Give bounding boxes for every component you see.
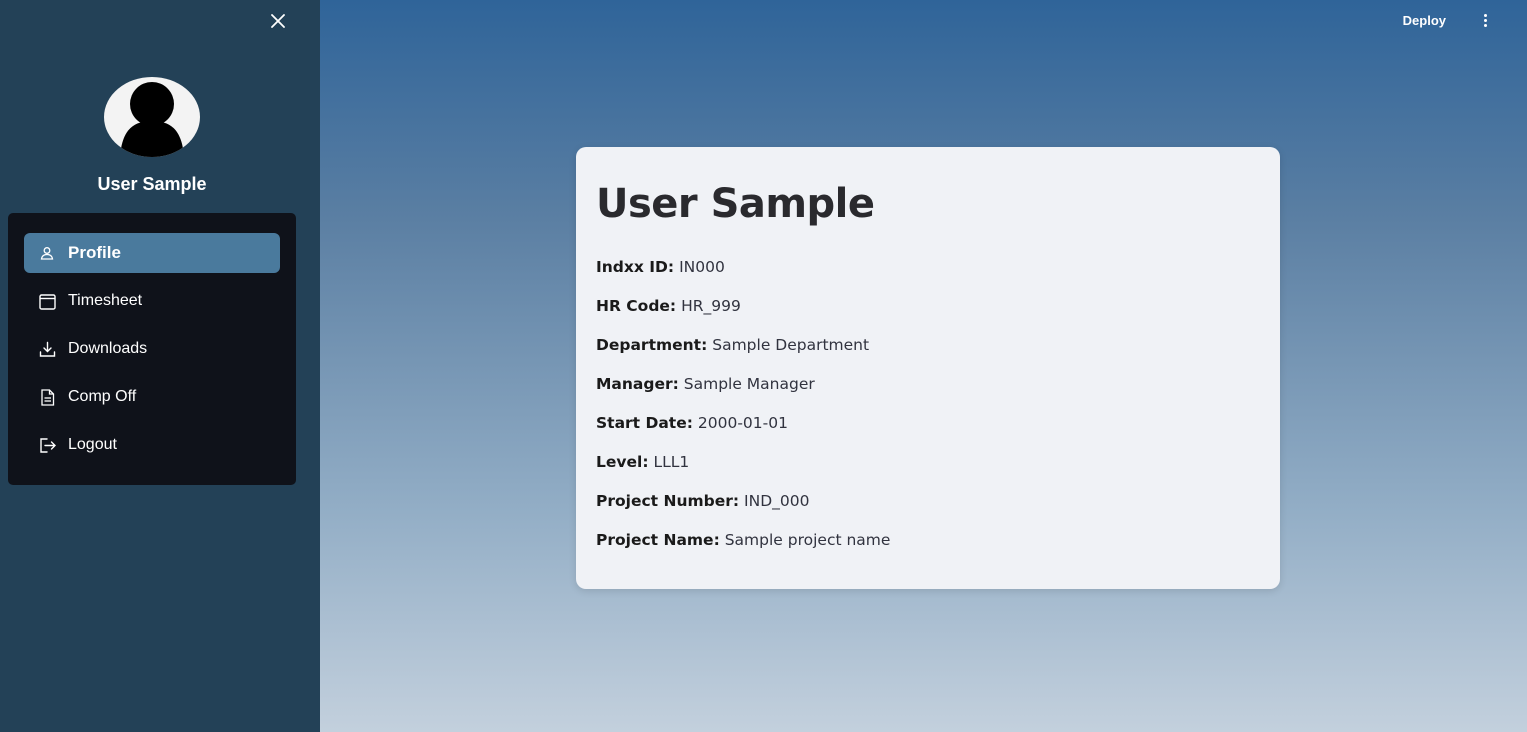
field-label: HR Code: — [596, 297, 677, 315]
field-manager: Manager: Sample Manager — [596, 374, 1260, 413]
profile-card: User Sample Indxx ID: IN000 HR Code: HR_… — [576, 147, 1280, 589]
field-value: 2000-01-01 — [697, 414, 788, 432]
sidebar: User Sample Profile Timesheet Downloads … — [0, 0, 320, 732]
avatar — [104, 77, 200, 157]
field-value: IND_000 — [744, 492, 810, 510]
field-label: Project Number: — [596, 492, 740, 510]
logout-icon — [38, 436, 56, 454]
field-level: Level: LLL1 — [596, 452, 1260, 491]
sidebar-item-label: Timesheet — [68, 292, 143, 309]
field-hr-code: HR Code: HR_999 — [596, 296, 1260, 335]
main-menu-button[interactable] — [1475, 10, 1495, 30]
field-value: Sample project name — [724, 531, 891, 549]
sidebar-item-label: Logout — [68, 436, 117, 453]
field-label: Level: — [596, 453, 649, 471]
sidebar-item-profile[interactable]: Profile — [24, 233, 280, 273]
calendar-icon — [38, 292, 56, 310]
field-project-number: Project Number: IND_000 — [596, 491, 1260, 530]
person-icon — [38, 244, 56, 262]
vertical-dots-icon — [1483, 13, 1487, 17]
deploy-button[interactable]: Deploy — [1399, 11, 1450, 30]
field-label: Manager: — [596, 375, 679, 393]
document-icon — [38, 388, 56, 406]
close-icon — [271, 14, 285, 28]
field-label: Indxx ID: — [596, 258, 675, 276]
field-start-date: Start Date: 2000-01-01 — [596, 413, 1260, 452]
download-icon — [38, 340, 56, 358]
sidebar-item-comp-off[interactable]: Comp Off — [24, 377, 280, 417]
close-sidebar-button[interactable] — [266, 9, 290, 33]
user-avatar-icon — [120, 82, 184, 157]
field-label: Department: — [596, 336, 708, 354]
sidebar-item-downloads[interactable]: Downloads — [24, 329, 280, 369]
field-indxx-id: Indxx ID: IN000 — [596, 257, 1260, 296]
sidebar-menu: Profile Timesheet Downloads Comp Off Log… — [8, 213, 296, 485]
field-value: HR_999 — [681, 297, 741, 315]
field-value: Sample Department — [712, 336, 870, 354]
sidebar-item-label: Comp Off — [68, 388, 137, 405]
sidebar-item-label: Profile — [68, 243, 121, 262]
profile-title: User Sample — [596, 181, 875, 227]
field-value: Sample Manager — [683, 375, 815, 393]
sidebar-user-name: User Sample — [97, 174, 207, 194]
field-label: Project Name: — [596, 531, 720, 549]
sidebar-item-logout[interactable]: Logout — [24, 425, 280, 465]
field-department: Department: Sample Department — [596, 335, 1260, 374]
sidebar-item-label: Downloads — [68, 340, 148, 357]
field-value: LLL1 — [653, 453, 690, 471]
field-label: Start Date: — [596, 414, 693, 432]
field-project-name: Project Name: Sample project name — [596, 530, 1260, 569]
field-value: IN000 — [679, 258, 725, 276]
main-content: Deploy User Sample Indxx ID: IN000 HR Co… — [320, 0, 1527, 732]
sidebar-item-timesheet[interactable]: Timesheet — [24, 281, 280, 321]
